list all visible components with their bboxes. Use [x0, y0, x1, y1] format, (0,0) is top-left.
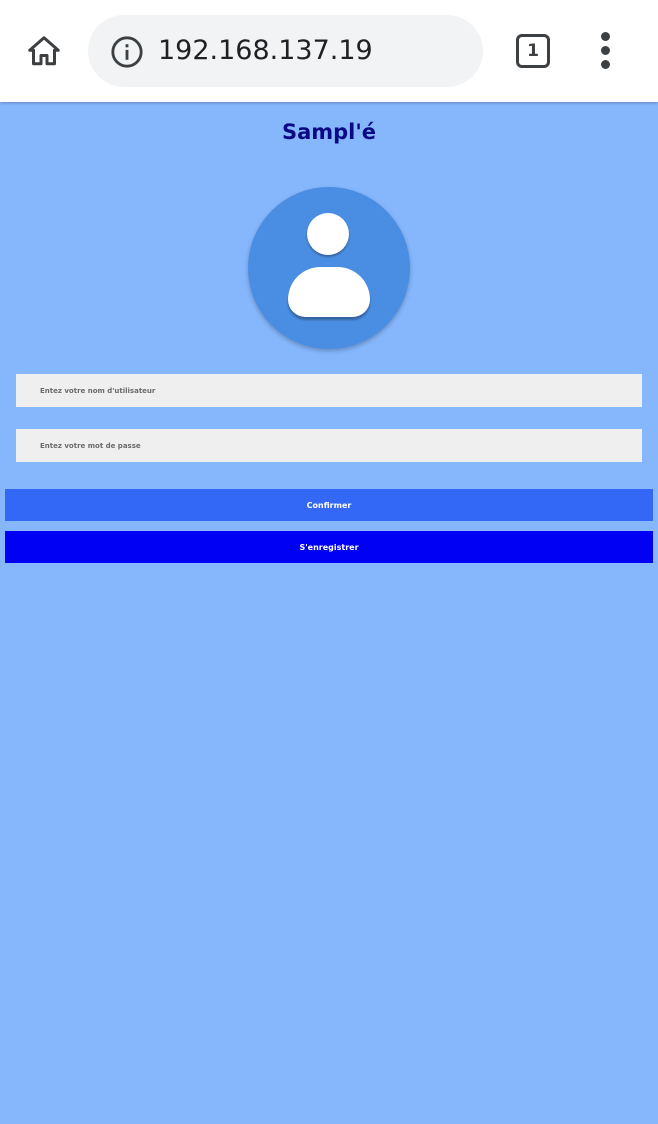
register-button[interactable]: S'enregistrer [5, 531, 653, 563]
home-button[interactable] [22, 31, 66, 71]
avatar-body [288, 267, 370, 317]
info-icon[interactable] [110, 35, 144, 69]
browser-toolbar: 192.168.137.19 1 [0, 0, 658, 102]
avatar-head [307, 213, 349, 255]
page-title: Sampl'é [281, 120, 377, 144]
password-input[interactable] [16, 429, 642, 462]
more-vert-icon[interactable] [592, 32, 620, 70]
user-avatar-icon [248, 187, 410, 349]
home-icon [28, 36, 60, 66]
address-bar[interactable]: 192.168.137.19 [88, 15, 483, 87]
tab-count: 1 [527, 41, 539, 61]
url-text[interactable]: 192.168.137.19 [158, 15, 373, 87]
username-input[interactable] [16, 374, 642, 407]
confirm-button[interactable]: Confirmer [5, 489, 653, 521]
tab-switcher-button[interactable]: 1 [516, 34, 550, 68]
